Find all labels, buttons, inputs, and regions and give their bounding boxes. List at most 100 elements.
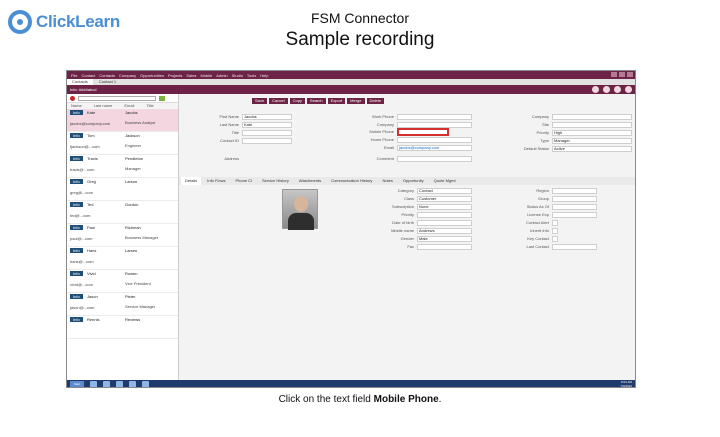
first-name-input[interactable]: Jacobs: [242, 113, 292, 120]
info-icon[interactable]: [625, 86, 632, 93]
field-priority: Priority High: [507, 129, 632, 136]
explorer-icon[interactable]: [90, 381, 97, 387]
date-of-birth-input[interactable]: [417, 219, 472, 226]
company-right-input[interactable]: [552, 113, 632, 120]
info-badge[interactable]: Info: [70, 110, 83, 115]
contact-row[interactable]: Info Vivid Rowen vivid@...com Vice Presi…: [67, 270, 178, 293]
save-button[interactable]: Save: [252, 98, 268, 104]
default-status-select[interactable]: Active: [552, 145, 632, 152]
key-contact-checkbox[interactable]: [552, 235, 558, 242]
email-input[interactable]: jacobs@company.com: [397, 144, 472, 151]
license-exp-input[interactable]: [552, 211, 597, 218]
comment-input[interactable]: [397, 155, 472, 162]
app-icon[interactable]: [142, 381, 149, 387]
info-badge[interactable]: Info: [70, 271, 83, 276]
priority-lower-input[interactable]: [417, 211, 472, 218]
tab-details[interactable]: Details: [181, 177, 202, 185]
search-button[interactable]: Search: [306, 98, 326, 104]
info-badge[interactable]: Info: [70, 225, 83, 230]
menu-item[interactable]: Company: [119, 73, 136, 78]
copy-button[interactable]: Copy: [289, 98, 305, 104]
contact-row[interactable]: Info Ted Gordon ted@...com: [67, 201, 178, 224]
close-icon[interactable]: [627, 72, 633, 77]
export-button[interactable]: Export: [327, 98, 346, 104]
help-icon[interactable]: [614, 86, 621, 93]
tab-quote-mgmt[interactable]: Quote Mgmt: [430, 177, 460, 185]
info-badge[interactable]: Info: [70, 248, 83, 253]
title-input[interactable]: [242, 129, 292, 136]
info-badge[interactable]: Info: [70, 179, 83, 184]
menu-item[interactable]: Help: [260, 73, 268, 78]
tab-notes[interactable]: Notes: [378, 177, 396, 185]
contact-row[interactable]: Info Greg Larson greg@...com: [67, 178, 178, 201]
info-badge[interactable]: Info: [70, 202, 83, 207]
tab-info-flows[interactable]: Info Flows: [203, 177, 229, 185]
info-badge[interactable]: Info: [70, 294, 83, 299]
type-select[interactable]: Manager: [552, 137, 632, 144]
menu-item[interactable]: Tools: [247, 73, 256, 78]
menu-item[interactable]: Contact: [81, 73, 95, 78]
gender-select[interactable]: Male: [417, 235, 472, 242]
menu-item[interactable]: Projects: [168, 73, 182, 78]
info-badge[interactable]: Info: [70, 317, 83, 322]
contact-photo[interactable]: [282, 189, 318, 230]
cancel-button[interactable]: Cancel: [269, 98, 288, 104]
menu-item[interactable]: Opportunities: [140, 73, 164, 78]
folder-icon[interactable]: [116, 381, 123, 387]
group-select[interactable]: [552, 195, 597, 202]
tab-phone[interactable]: Phone Cl: [231, 177, 255, 185]
subscription-select[interactable]: None: [417, 203, 472, 210]
contact-row[interactable]: Info Hans Larsen hans@...com: [67, 247, 178, 270]
search-go-button[interactable]: [159, 95, 165, 101]
region-select[interactable]: [552, 187, 597, 194]
contact-row[interactable]: Info Travis Pendleton travis@...com Mana…: [67, 155, 178, 178]
work-phone-input[interactable]: [397, 113, 472, 120]
browser-icon[interactable]: [103, 381, 110, 387]
list-search-input[interactable]: [78, 95, 156, 101]
settings-icon[interactable]: [603, 86, 610, 93]
merge-button[interactable]: Merge: [347, 98, 365, 104]
contact-row[interactable]: Info Tom Jackson tjackson@...com Enginee…: [67, 132, 178, 155]
inherit-info-checkbox[interactable]: [552, 227, 558, 234]
contact-id-input[interactable]: [242, 137, 292, 144]
class-select[interactable]: Customer: [417, 195, 472, 202]
mobile-phone-input[interactable]: [397, 127, 449, 136]
contact-row[interactable]: Info Paul Richman paul@...com Business M…: [67, 224, 178, 247]
contact-row[interactable]: Info Rennis Reviews: [67, 316, 178, 339]
middle-name-input[interactable]: Andrews: [417, 227, 472, 234]
info-badge[interactable]: Info: [70, 156, 83, 161]
menu-item[interactable]: Contacts: [99, 73, 115, 78]
tab-communication-history[interactable]: Communication History: [327, 177, 376, 185]
tab-service-history[interactable]: Service History: [258, 177, 293, 185]
media-icon[interactable]: [129, 381, 136, 387]
priority-select[interactable]: High: [552, 129, 632, 136]
last-contact-input[interactable]: [552, 243, 597, 250]
field-title: Title: [197, 129, 292, 136]
menu-item[interactable]: Admin: [216, 73, 227, 78]
contact-alert-checkbox[interactable]: [552, 219, 558, 226]
menu-item[interactable]: Mobile: [200, 73, 212, 78]
status-as-of-input[interactable]: [552, 203, 597, 210]
fax-input[interactable]: [417, 243, 472, 250]
maximize-icon[interactable]: [619, 72, 625, 77]
info-badge[interactable]: Info: [70, 133, 83, 138]
start-button[interactable]: Start: [70, 381, 84, 387]
delete-button[interactable]: Delete: [366, 98, 385, 104]
menu-item[interactable]: Studio: [232, 73, 243, 78]
site-input[interactable]: [552, 121, 632, 128]
contact-name: Travis: [87, 156, 98, 161]
record-icon[interactable]: [70, 95, 75, 101]
people-icon[interactable]: [592, 86, 599, 93]
menu-item[interactable]: Sales: [186, 73, 196, 78]
app-screenshot: File Contact Contacts Company Opportunit…: [66, 70, 636, 388]
category-select[interactable]: Contact: [417, 187, 472, 194]
home-phone-input[interactable]: [397, 136, 472, 143]
contact-row[interactable]: Info Jason Pieter jason@...com Service M…: [67, 293, 178, 316]
tab-attachments[interactable]: Attachments: [295, 177, 325, 185]
tab-opportunity[interactable]: Opportunity: [399, 177, 428, 185]
contact-row[interactable]: Info Kate Jacobs jacobs@company.com Busi…: [67, 109, 178, 132]
minimize-icon[interactable]: [611, 72, 617, 77]
menu-item[interactable]: File: [71, 73, 77, 78]
taskbar-clock[interactable]: 9:04 AM 7/4/2012: [620, 380, 632, 387]
last-name-input[interactable]: Kate: [242, 121, 292, 128]
